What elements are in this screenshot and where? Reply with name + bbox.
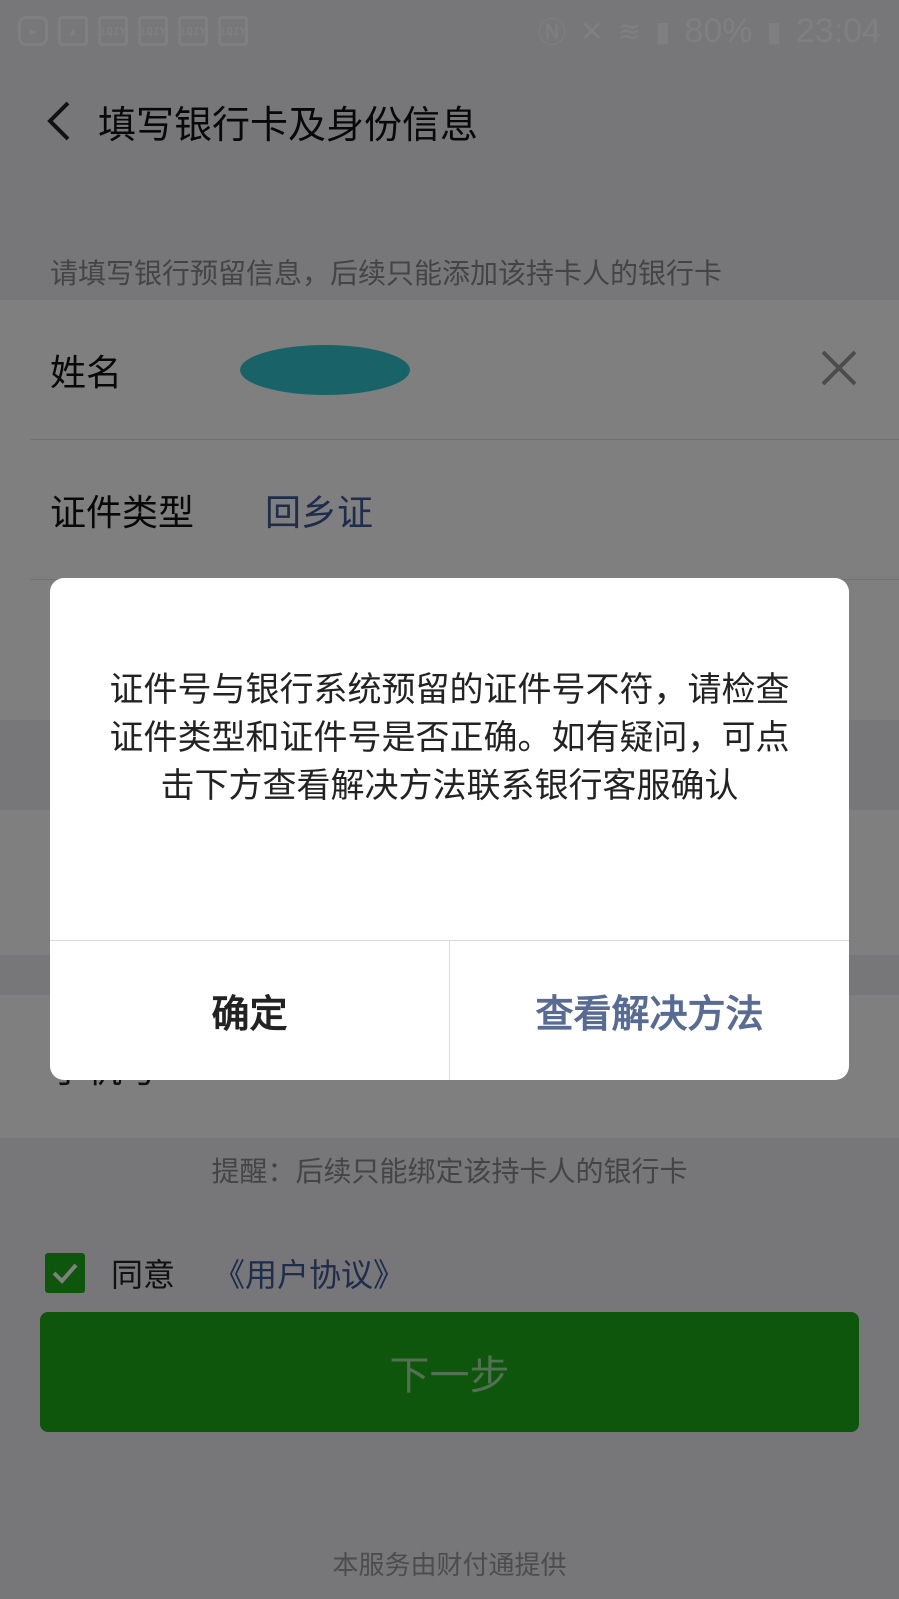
error-dialog: 证件号与银行系统预留的证件号不符，请检查证件类型和证件号是否正确。如有疑问，可点…: [50, 578, 849, 1080]
confirm-button[interactable]: 确定: [50, 941, 450, 1080]
dialog-actions: 确定 查看解决方法: [50, 940, 849, 1080]
view-solution-button[interactable]: 查看解决方法: [450, 941, 849, 1080]
modal-overlay[interactable]: 证件号与银行系统预留的证件号不符，请检查证件类型和证件号是否正确。如有疑问，可点…: [0, 0, 899, 1599]
dialog-message: 证件号与银行系统预留的证件号不符，请检查证件类型和证件号是否正确。如有疑问，可点…: [109, 670, 790, 806]
